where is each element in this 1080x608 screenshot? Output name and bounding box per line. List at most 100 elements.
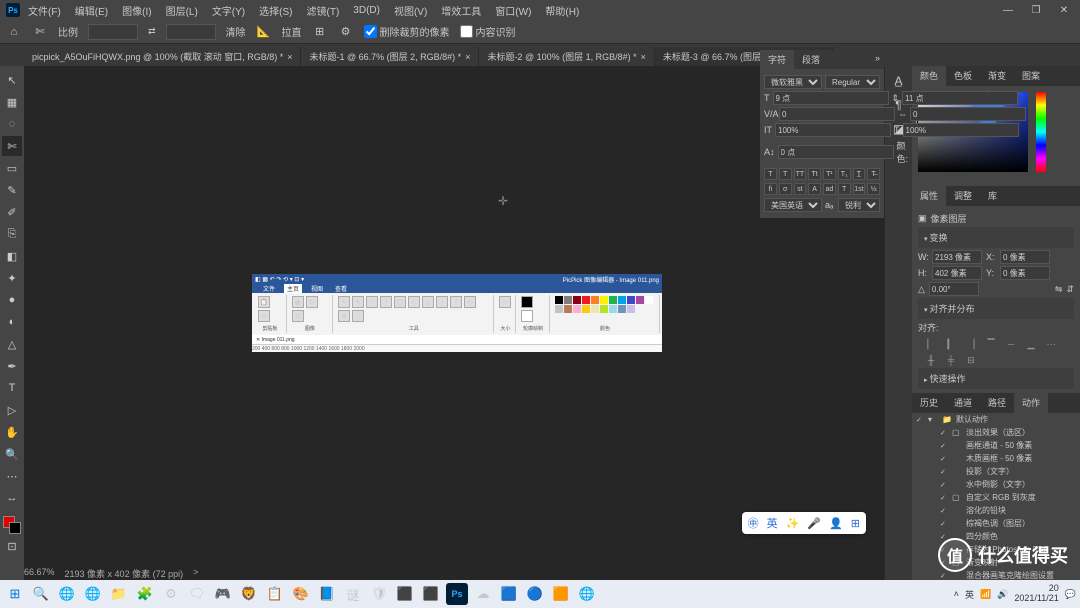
taskbar-app[interactable]: 🧩 [134, 583, 156, 605]
taskbar-app[interactable]: 🦁 [238, 583, 260, 605]
tab-properties[interactable]: 属性 [912, 186, 946, 206]
close-icon[interactable]: × [465, 52, 470, 62]
align-top-icon[interactable]: ▔ [984, 338, 998, 350]
smallcaps-button[interactable]: Tt [808, 168, 821, 180]
x-input[interactable] [1000, 250, 1050, 264]
aa-select[interactable]: 锐利 [838, 198, 880, 212]
start-button[interactable]: ⊞ [4, 583, 26, 605]
tray-chevron-icon[interactable]: ˄ [954, 589, 959, 599]
ime-wand-icon[interactable]: ✨ [786, 517, 800, 530]
hscale-input[interactable] [903, 123, 1019, 137]
align-bottom-icon[interactable]: ▁ [1024, 338, 1038, 350]
1st-button[interactable]: 1st [853, 183, 866, 195]
align-hcenter-icon[interactable]: ▎ [944, 338, 958, 350]
taskbar-app[interactable]: 🟦 [498, 583, 520, 605]
angle-input[interactable] [929, 282, 979, 296]
dist-space-icon[interactable]: ⊟ [964, 354, 978, 366]
menu-type[interactable]: 文字(Y) [206, 1, 251, 20]
baseline-input[interactable] [778, 145, 894, 159]
doc-tab[interactable]: picpick_A5OuFiHQWX.png @ 100% (截取 滚动 窗口,… [24, 47, 301, 66]
crop-tool-icon[interactable]: ✄ [32, 24, 48, 40]
action-item[interactable]: 棕褐色调（图层） [966, 518, 1030, 529]
dist-h-icon[interactable]: ╫ [924, 354, 938, 366]
window-minimize[interactable]: — [998, 5, 1018, 16]
t1-button[interactable]: T [838, 183, 851, 195]
menu-edit[interactable]: 编辑(E) [69, 1, 114, 20]
underline-button[interactable]: T̲ [853, 168, 866, 180]
status-more-icon[interactable]: > [193, 567, 198, 580]
character-panel[interactable]: 字符段落» 微软雅黑Regular T⇕ V/A⇔ ITT A↕颜色: TTTT… [760, 50, 884, 218]
taskbar-app[interactable]: 🗨 [186, 583, 208, 605]
menu-help[interactable]: 帮助(H) [539, 1, 585, 20]
color-swatches[interactable] [3, 516, 21, 534]
tray-sound-icon[interactable]: 🔊 [997, 589, 1008, 600]
lasso-tool[interactable]: ◌ [2, 114, 22, 134]
gradient-tool[interactable]: ◧ [2, 246, 22, 266]
taskbar-app[interactable]: 谜 [342, 583, 364, 605]
action-item[interactable]: 溶化的铅块 [966, 505, 1006, 516]
align-section[interactable]: 对齐并分布 [918, 298, 1074, 319]
superscript-button[interactable]: T¹ [823, 168, 836, 180]
menu-file[interactable]: 文件(F) [22, 1, 67, 20]
dist-v-icon[interactable]: ╪ [944, 354, 958, 366]
action-item[interactable]: 淡出效果（选区） [966, 427, 1030, 438]
delete-cropped-checkbox[interactable]: 删除裁剪的像素 [364, 24, 450, 39]
canvas[interactable]: ✛ ◧ ▦ ↶ ↷ ⟲ ▾ ⊡ ▾ PicPick 图像编辑器 - Image … [24, 66, 884, 582]
dodge-tool[interactable]: ◐ [2, 312, 22, 332]
allcaps-button[interactable]: TT [794, 168, 807, 180]
tab-actions[interactable]: 动作 [1014, 393, 1048, 413]
blur-tool[interactable]: ● [2, 290, 22, 310]
tab-libraries[interactable]: 库 [980, 186, 1005, 206]
ime-user-icon[interactable]: 👤 [829, 517, 843, 530]
fi-button[interactable]: fi [764, 183, 777, 195]
type-tool[interactable]: T [2, 378, 22, 398]
st-button[interactable]: st [794, 183, 807, 195]
healing-tool[interactable]: ✦ [2, 268, 22, 288]
action-item[interactable]: 自定义 RGB 到灰度 [966, 492, 1036, 503]
font-size-input[interactable] [773, 91, 889, 105]
language-select[interactable]: 美国英语 [764, 198, 822, 212]
tab-history[interactable]: 历史 [912, 393, 946, 413]
taskbar-search[interactable]: 🔍 [30, 583, 52, 605]
ad-button[interactable]: ad [823, 183, 836, 195]
kerning-input[interactable] [779, 107, 895, 121]
taskbar-app[interactable]: 🌐 [576, 583, 598, 605]
aalt-button[interactable]: A [808, 183, 821, 195]
tab-pattern[interactable]: 图案 [1014, 66, 1048, 86]
home-icon[interactable]: ⌂ [6, 24, 22, 40]
move-tool[interactable]: ↖ [2, 70, 22, 90]
action-item[interactable]: 投影（文字） [966, 466, 1014, 477]
tab-paragraph[interactable]: 段落 [794, 50, 828, 69]
zoom-tool[interactable]: 🔍 [2, 444, 22, 464]
edit-toolbar[interactable]: ↔ [2, 488, 22, 508]
taskbar-app[interactable]: ☁ [472, 583, 494, 605]
path-tool[interactable]: ▷ [2, 400, 22, 420]
crop-tool[interactable]: ✄ [2, 136, 22, 156]
brush-tool[interactable]: ✐ [2, 202, 22, 222]
flip-h-icon[interactable]: ⇋ [1055, 284, 1063, 295]
action-item[interactable]: 画框通道 - 50 像素 [966, 440, 1032, 451]
tab-channels[interactable]: 通道 [946, 393, 980, 413]
menu-layer[interactable]: 图层(L) [160, 1, 204, 20]
tab-character[interactable]: 字符 [760, 50, 794, 69]
taskbar-app[interactable]: 🌐 [82, 583, 104, 605]
ratio-h-input[interactable] [166, 24, 216, 40]
hand-tool[interactable]: ✋ [2, 422, 22, 442]
zoom-value[interactable]: 66.67% [24, 567, 55, 580]
action-set[interactable]: 默认动作 [956, 414, 988, 425]
y-input[interactable] [1000, 266, 1050, 280]
align-left-icon[interactable]: ▏ [924, 338, 938, 350]
character-panel-icon[interactable]: A̲ [894, 74, 902, 88]
taskbar-app[interactable]: ⬛ [394, 583, 416, 605]
doc-tab[interactable]: 未标题-2 @ 100% (图层 1, RGB/8#) *× [479, 47, 654, 66]
tab-swatches[interactable]: 色板 [946, 66, 980, 86]
clone-tool[interactable]: ⎘ [2, 224, 22, 244]
pencil-tool[interactable]: ✒ [2, 356, 22, 376]
ime-toolbar[interactable]: ㊥ 英 ✨ 🎤 👤 ⊞ [742, 512, 866, 534]
grid-overlay-icon[interactable]: ⊞ [312, 24, 328, 40]
font-family-select[interactable]: 微软雅黑 [764, 75, 822, 89]
more-align-icon[interactable]: ⋯ [1044, 338, 1058, 350]
tab-gradient[interactable]: 渐变 [980, 66, 1014, 86]
swap-icon[interactable]: ⇄ [148, 26, 156, 37]
taskbar-photoshop[interactable]: Ps [446, 583, 468, 605]
